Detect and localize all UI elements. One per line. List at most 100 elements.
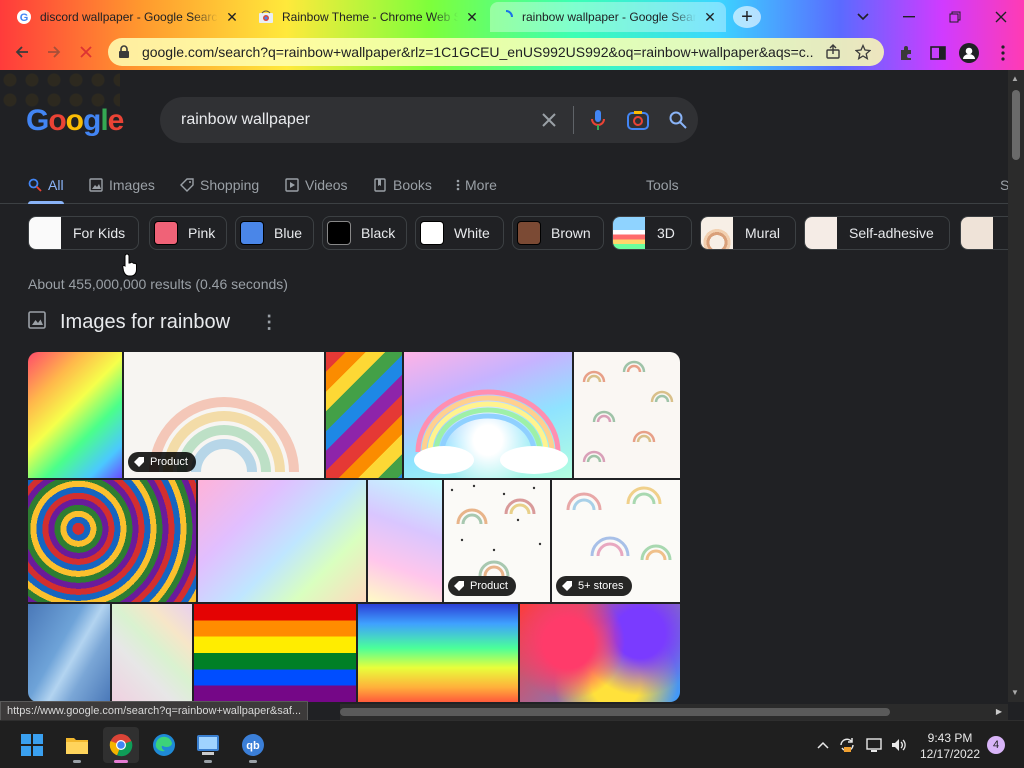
horizontal-scrollbar[interactable]: ▶ [340,704,1008,720]
scroll-thumb[interactable] [340,708,890,716]
chip-blue[interactable]: Blue [235,216,314,250]
chip-more[interactable] [960,216,1008,250]
badge-label: Product [150,456,188,468]
clear-search-icon[interactable] [529,97,569,143]
close-tab-icon[interactable]: ✕ [464,9,480,26]
image-result[interactable] [574,352,680,478]
lens-search-icon[interactable] [618,97,658,143]
scroll-up-arrow-icon[interactable]: ▲ [1011,74,1019,83]
bookmark-star-icon[interactable] [852,44,874,60]
close-tab-icon[interactable]: ✕ [224,9,240,26]
images-section-header: Images for rainbow ⋮ [28,308,278,336]
image-result[interactable]: Product [124,352,324,478]
new-tab-button[interactable]: + [733,6,761,28]
small-rainbows-pattern [582,360,674,463]
chip-pink[interactable]: Pink [149,216,227,250]
image-result[interactable] [112,604,192,702]
image-result[interactable] [28,604,110,702]
profile-avatar[interactable] [959,43,979,63]
chrome-menu-icon[interactable] [993,43,1013,63]
image-result[interactable] [198,480,366,602]
dreamy-rainbow-art [414,389,568,474]
chip-mural[interactable]: Mural [700,216,796,250]
chip-brown[interactable]: Brown [512,216,604,250]
image-result[interactable] [28,480,196,602]
running-indicator [73,760,81,763]
search-input[interactable]: rainbow wallpaper [181,111,529,129]
tab-books[interactable]: Books [373,172,432,198]
windows-taskbar: qb 9:43 PM 12/17/2022 4 [0,720,1024,768]
tab-more[interactable]: More [455,172,497,198]
voice-search-icon[interactable] [578,97,618,143]
chip-for-kids[interactable]: For Kids [28,216,139,250]
chip-thumbnail [29,217,61,249]
show-hidden-icons-chevron-icon[interactable] [813,735,833,755]
restore-icon[interactable] [932,4,978,30]
logo-letter: o [65,104,84,137]
chip-self-adhesive[interactable]: Self-adhesive [804,216,950,250]
lock-icon[interactable] [118,45,132,59]
tools-button[interactable]: Tools [646,172,679,198]
extensions-icon[interactable] [896,43,916,63]
tab-discord-wallpaper[interactable]: G discord wallpaper - Google Search ✕ [8,2,248,32]
chip-label: Blue [274,225,303,241]
tab-strip: G discord wallpaper - Google Search ✕ Ra… [0,0,1024,34]
close-window-icon[interactable] [978,4,1024,30]
tag-icon [134,457,144,467]
image-result[interactable]: 5+ stores [552,480,680,602]
image-result[interactable] [28,352,122,478]
image-result[interactable] [404,352,572,478]
notification-badge[interactable]: 4 [987,736,1005,754]
tab-cut-off[interactable]: S [1000,172,1008,198]
windows-start-icon[interactable] [14,727,50,763]
chip-3d[interactable]: 3D [612,216,692,250]
more-options-icon[interactable]: ⋮ [260,312,278,333]
tab-images[interactable]: Images [89,172,155,198]
vertical-scrollbar[interactable]: ▲ ▼ [1008,70,1024,702]
image-result[interactable] [358,604,518,702]
tab-rainbow-theme[interactable]: Rainbow Theme - Chrome Web Store ✕ [250,2,488,32]
chrome-icon[interactable] [103,727,139,763]
share-icon[interactable] [822,44,844,60]
sync-icon[interactable] [837,735,857,755]
forward-icon[interactable] [42,41,66,63]
scroll-right-arrow-icon[interactable]: ▶ [996,707,1002,716]
images-section-title[interactable]: Images for rainbow [60,311,230,334]
side-panel-icon[interactable] [928,43,948,63]
tag-icon [454,581,464,591]
app-qb-icon[interactable]: qb [235,727,271,763]
image-icon [28,310,46,334]
volume-icon[interactable] [889,735,909,755]
chip-thumbnail [701,217,733,249]
edge-icon[interactable] [146,727,182,763]
back-icon[interactable] [10,41,34,63]
chip-black[interactable]: Black [322,216,407,250]
image-result[interactable] [194,604,356,702]
image-result[interactable] [326,352,402,478]
stop-loading-icon[interactable] [74,41,98,63]
image-result[interactable]: Product [444,480,550,602]
tab-videos[interactable]: Videos [285,172,348,198]
tab-shopping[interactable]: Shopping [180,172,259,198]
chip-white[interactable]: White [415,216,504,250]
control-panel-icon[interactable] [190,727,226,763]
minimize-icon[interactable] [886,4,932,30]
google-logo[interactable]: Google [26,104,124,138]
close-tab-icon[interactable]: ✕ [702,9,718,26]
search-icon[interactable] [658,97,698,143]
scroll-down-arrow-icon[interactable]: ▼ [1011,688,1019,697]
scroll-thumb[interactable] [1012,90,1020,160]
product-badge: Product [128,452,196,472]
search-box[interactable]: rainbow wallpaper [160,97,698,143]
tab-search-icon[interactable] [840,4,886,30]
tab-all[interactable]: All [28,172,64,204]
image-result[interactable] [520,604,680,702]
tab-rainbow-wallpaper[interactable]: rainbow wallpaper - Google Search ✕ [490,2,726,32]
image-icon [89,178,103,192]
file-explorer-icon[interactable] [59,727,95,763]
image-result[interactable] [368,480,442,602]
network-icon[interactable] [864,735,884,755]
hand-cursor-icon [122,253,137,277]
address-bar[interactable]: google.com/search?q=rainbow+wallpaper&rl… [108,38,884,66]
system-clock[interactable]: 9:43 PM 12/17/2022 [914,730,986,762]
